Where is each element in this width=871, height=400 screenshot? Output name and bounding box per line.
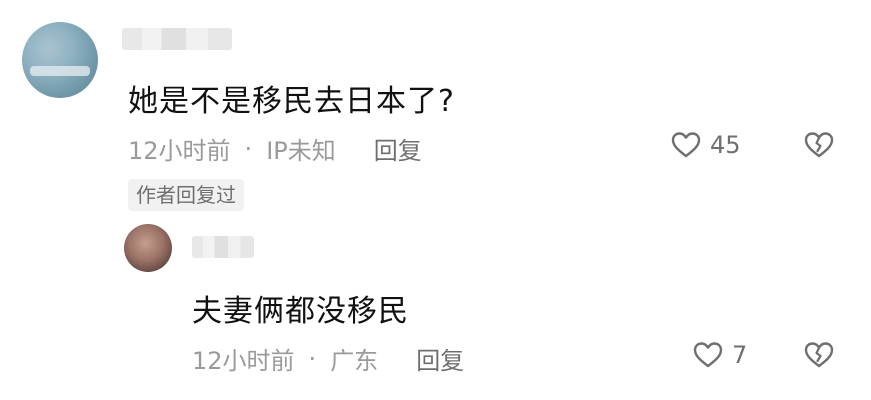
- heart-outline-icon: [693, 342, 723, 368]
- comment-location: IP未知: [266, 137, 336, 165]
- reply-time: 12小时前: [192, 347, 295, 375]
- avatar[interactable]: [22, 22, 98, 98]
- reply-avatar[interactable]: [124, 224, 172, 272]
- like-count: 45: [710, 131, 741, 159]
- comment-meta: 12小时前 · IP未知 回复: [128, 131, 422, 166]
- reply-text: 夫妻俩都没移民: [192, 294, 409, 329]
- reply-username-blurred[interactable]: [192, 236, 254, 258]
- reply-button[interactable]: 回复: [374, 131, 422, 166]
- comment-text: 她是不是移民去日本了?: [128, 84, 455, 119]
- meta-separator: ·: [308, 344, 317, 373]
- broken-heart-icon: [804, 132, 834, 158]
- heart-outline-icon: [671, 132, 701, 158]
- author-replied-badge: 作者回复过: [128, 179, 244, 211]
- username-blurred[interactable]: [122, 28, 232, 50]
- reply-location: 广东: [330, 347, 379, 375]
- reply-dislike-button[interactable]: [803, 339, 871, 375]
- comment-time: 12小时前: [128, 137, 231, 165]
- meta-separator: ·: [244, 134, 253, 163]
- reply-like-count: 7: [732, 341, 748, 369]
- like-button[interactable]: 45: [670, 129, 741, 161]
- reply-to-reply-button[interactable]: 回复: [416, 341, 464, 376]
- dislike-button[interactable]: [803, 129, 835, 165]
- broken-heart-icon: [804, 342, 834, 368]
